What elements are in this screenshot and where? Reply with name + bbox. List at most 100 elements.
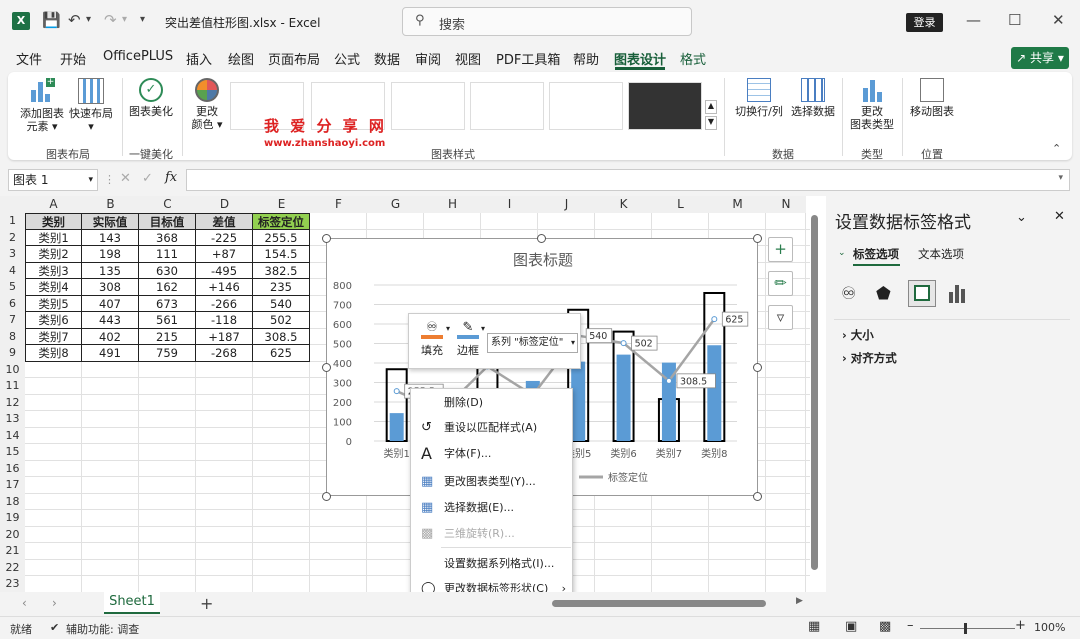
share-button[interactable]: ↗ 共享 ▾ xyxy=(1011,47,1069,69)
section-alignment[interactable]: › 对齐方式 xyxy=(842,350,897,366)
context-menu-item[interactable]: 删除(D) xyxy=(411,391,574,415)
chart-resize-handle[interactable] xyxy=(322,363,331,372)
tab-help[interactable]: 帮助 xyxy=(573,49,599,68)
row-header[interactable]: 18 xyxy=(0,493,25,510)
minimize-icon[interactable]: — xyxy=(966,11,981,29)
table-cell[interactable]: 407 xyxy=(82,295,139,312)
table-cell[interactable]: 308 xyxy=(82,279,139,296)
table-header-cell[interactable]: 目标值 xyxy=(139,213,196,230)
add-chart-element-button[interactable]: + 添加图表 元素 ▾ xyxy=(18,78,66,134)
table-cell[interactable]: 154.5 xyxy=(253,246,310,263)
table-cell[interactable]: 类别3 xyxy=(25,262,82,279)
chart-resize-handle[interactable] xyxy=(537,234,546,243)
table-cell[interactable]: 630 xyxy=(139,262,196,279)
context-menu-item[interactable]: A 字体(F)... xyxy=(411,442,574,466)
row-header[interactable]: 12 xyxy=(0,394,25,411)
column-header[interactable]: G xyxy=(367,196,424,213)
tab-review[interactable]: 审阅 xyxy=(415,49,441,68)
select-data-button[interactable]: 选择数据 xyxy=(788,78,838,118)
table-cell[interactable]: 135 xyxy=(82,262,139,279)
table-cell[interactable]: 625 xyxy=(253,345,310,362)
row-header[interactable]: 7 xyxy=(0,312,25,329)
column-header[interactable]: A xyxy=(25,196,82,213)
undo-dropdown-icon[interactable]: ▾ xyxy=(86,14,91,25)
zoom-slider[interactable] xyxy=(920,623,1015,634)
switch-row-column-button[interactable]: 切换行/列 xyxy=(730,78,788,118)
tab-formulas[interactable]: 公式 xyxy=(334,49,360,68)
column-header[interactable]: D xyxy=(196,196,253,213)
redo-dropdown-icon[interactable]: ▾ xyxy=(122,14,127,25)
table-cell[interactable]: -268 xyxy=(196,345,253,362)
tab-draw[interactable]: 绘图 xyxy=(228,49,254,68)
zoom-level[interactable]: 100% xyxy=(1034,621,1065,634)
chart-style-thumb-4[interactable] xyxy=(470,82,544,130)
border-dropdown-icon[interactable]: ▾ xyxy=(481,324,485,333)
collapse-ribbon-icon[interactable]: ⌃ xyxy=(1052,142,1061,155)
series-select[interactable]: 系列 "标签定位" ▾ xyxy=(487,333,578,353)
row-header[interactable]: 11 xyxy=(0,378,25,395)
chart-resize-handle[interactable] xyxy=(322,234,331,243)
table-header-cell[interactable]: 实际值 xyxy=(82,213,139,230)
tab-insert[interactable]: 插入 xyxy=(186,49,212,68)
next-sheet-icon[interactable]: › xyxy=(52,596,57,610)
table-cell[interactable]: 类别8 xyxy=(25,345,82,362)
table-cell[interactable]: 143 xyxy=(82,229,139,246)
vertical-scrollbar[interactable] xyxy=(811,215,818,570)
fill-line-icon[interactable]: ♾ xyxy=(841,284,856,304)
tab-label-options[interactable]: 标签选项 xyxy=(853,246,899,262)
tab-file[interactable]: 文件 xyxy=(16,49,42,68)
quick-layout-button[interactable]: 快速布局 ▾ xyxy=(66,78,116,133)
fill-dropdown-icon[interactable]: ▾ xyxy=(446,324,450,333)
table-cell[interactable]: 540 xyxy=(253,295,310,312)
row-header[interactable]: 19 xyxy=(0,510,25,527)
table-cell[interactable]: 类别4 xyxy=(25,279,82,296)
tab-pdf-tools[interactable]: PDF工具箱 xyxy=(496,49,560,68)
table-cell[interactable]: 198 xyxy=(82,246,139,263)
row-header[interactable]: 6 xyxy=(0,295,25,312)
search-box[interactable]: ⚲ 搜索 xyxy=(402,7,692,36)
table-cell[interactable]: 491 xyxy=(82,345,139,362)
row-header[interactable]: 16 xyxy=(0,460,25,477)
tab-view[interactable]: 视图 xyxy=(455,49,481,68)
redo-icon[interactable]: ↷ xyxy=(104,11,117,29)
column-header[interactable]: J xyxy=(538,196,595,213)
border-button[interactable]: ✎ 边框 xyxy=(453,320,483,358)
table-cell[interactable]: 382.5 xyxy=(253,262,310,279)
zoom-in-icon[interactable]: + xyxy=(1015,618,1026,633)
context-menu-item[interactable]: 设置数据系列格式(I)... xyxy=(411,552,574,576)
table-cell[interactable]: 类别6 xyxy=(25,312,82,329)
row-header[interactable]: 20 xyxy=(0,526,25,543)
fill-button[interactable]: ♾ 填充 xyxy=(417,320,447,358)
table-cell[interactable]: 561 xyxy=(139,312,196,329)
context-menu-item[interactable]: ↺ 重设以匹配样式(A) xyxy=(411,416,574,440)
table-cell[interactable]: 368 xyxy=(139,229,196,246)
table-cell[interactable]: +87 xyxy=(196,246,253,263)
table-cell[interactable]: 673 xyxy=(139,295,196,312)
column-header[interactable]: K xyxy=(595,196,652,213)
tab-format[interactable]: 格式 xyxy=(680,49,706,68)
page-break-view-icon[interactable]: ▩ xyxy=(879,619,891,634)
table-cell[interactable]: 502 xyxy=(253,312,310,329)
login-button[interactable]: 登录 xyxy=(906,13,943,32)
table-cell[interactable]: 235 xyxy=(253,279,310,296)
close-icon[interactable]: ✕ xyxy=(1052,11,1065,29)
column-header[interactable]: F xyxy=(310,196,367,213)
pane-options-chevron-icon[interactable]: ⌄ xyxy=(1016,210,1027,225)
style-scroll-down-icon[interactable]: ▼ xyxy=(705,116,717,130)
tab-text-options[interactable]: 文本选项 xyxy=(918,246,964,262)
name-box[interactable]: 图表 1 ▾ xyxy=(8,169,98,191)
context-menu-item[interactable]: ▦ 更改图表类型(Y)... xyxy=(411,470,574,494)
table-cell[interactable]: 类别1 xyxy=(25,229,82,246)
table-cell[interactable]: 类别5 xyxy=(25,295,82,312)
zoom-slider-thumb[interactable] xyxy=(964,623,967,634)
chart-resize-handle[interactable] xyxy=(753,363,762,372)
size-properties-icon[interactable] xyxy=(908,280,936,307)
table-header-cell[interactable]: 标签定位 xyxy=(253,213,310,230)
chart-resize-handle[interactable] xyxy=(322,492,331,501)
tab-officeplus[interactable]: OfficePLUS xyxy=(103,49,173,64)
select-all-corner[interactable] xyxy=(0,196,25,213)
change-colors-button[interactable]: 更改 颜色 ▾ xyxy=(186,78,228,131)
row-header[interactable]: 4 xyxy=(0,262,25,279)
row-header[interactable]: 3 xyxy=(0,246,25,263)
formula-input[interactable]: ▾ xyxy=(186,169,1070,191)
